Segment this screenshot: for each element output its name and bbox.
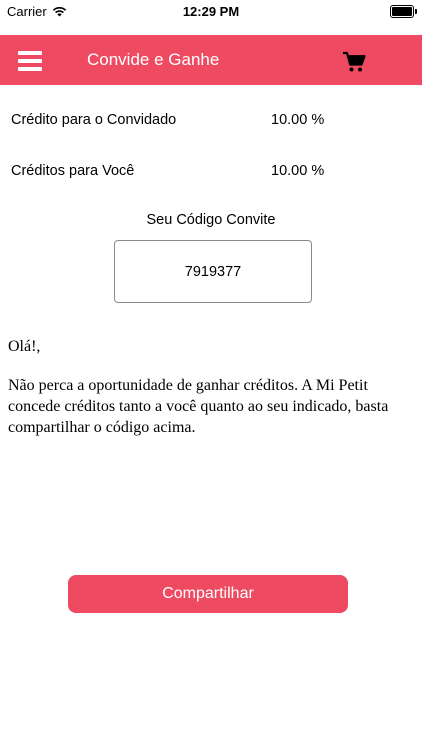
- invite-code-box: 7919377: [114, 240, 312, 303]
- battery-icon: [390, 5, 417, 18]
- your-credit-value: 10.00 %: [271, 163, 325, 179]
- status-time: 12:29 PM: [182, 4, 240, 19]
- guest-credit-value: 10.00 %: [271, 112, 325, 128]
- guest-credit-label: Crédito para o Convidado: [11, 112, 177, 128]
- battery-fill: [392, 7, 412, 16]
- status-bar: Carrier 12:29 PM: [0, 0, 422, 24]
- share-button-label: Compartilhar: [162, 585, 254, 602]
- navbar: Convide e Ganhe: [0, 35, 422, 85]
- share-button[interactable]: Compartilhar: [68, 575, 348, 613]
- invite-code-value: 7919377: [184, 263, 242, 280]
- message-body: Não perca a oportunidade de ganhar crédi…: [8, 377, 389, 436]
- greeting-text: Olá!,: [8, 338, 41, 355]
- your-credit-label: Créditos para Você: [11, 163, 135, 179]
- shopping-cart-icon[interactable]: [342, 50, 366, 74]
- hamburger-menu-icon[interactable]: [18, 51, 42, 71]
- page-title: Convide e Ganhe: [87, 50, 220, 69]
- invite-code-title: Seu Código Convite: [146, 212, 276, 228]
